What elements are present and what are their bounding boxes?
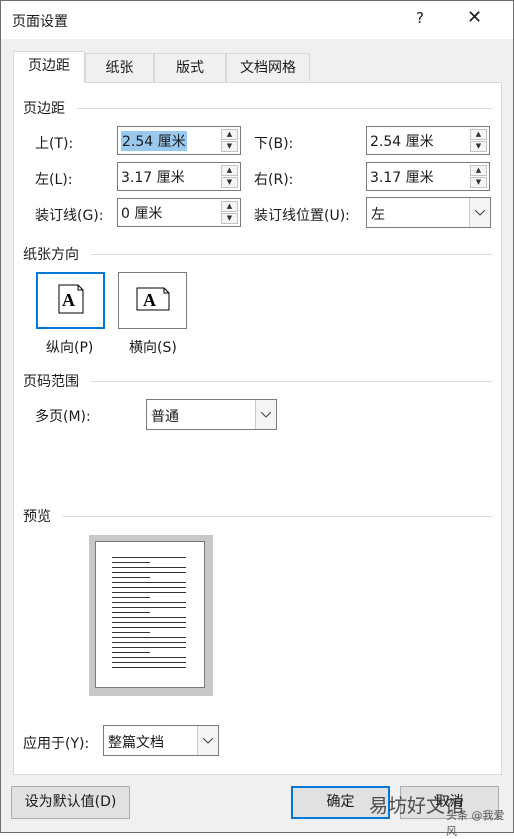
preview-line [112,557,186,558]
tab-paper[interactable]: 纸张 [85,53,154,82]
preview-line [112,652,150,653]
divider [91,381,492,382]
portrait-option[interactable]: A [36,272,105,329]
spin-up-icon[interactable]: ▲ [221,129,238,140]
preview-line [112,627,186,628]
page-preview [89,535,213,696]
apply-to-label: 应用于(Y): [23,736,90,752]
spin-down-icon[interactable]: ▼ [470,177,487,188]
portrait-label[interactable]: 纵向(P) [46,337,93,357]
bottom-margin-value[interactable]: 2.54 厘米 [370,131,434,151]
portrait-icon: A [58,284,83,313]
tab-panel: 页边距 上(T): 2.54 厘米 ▲ ▼ 下(B): 2.54 厘米 ▲ ▼ 左(… [13,82,502,775]
preview-line [112,647,186,648]
gutter-spinner[interactable]: 0 厘米 ▲ ▼ [117,198,241,227]
chevron-down-icon[interactable] [197,726,218,755]
preview-line [112,622,186,623]
spin-up-icon[interactable]: ▲ [221,201,238,212]
watermark-credit: 头条 @我爱风 [446,809,505,838]
spin-up-icon[interactable]: ▲ [470,129,487,140]
set-default-button[interactable]: 设为默认值(D) [11,786,130,819]
left-margin-label: 左(L): [35,172,73,188]
apply-to-select[interactable]: 整篇文档 [103,725,219,756]
portrait-glyph: A [62,290,75,310]
spin-up-icon[interactable]: ▲ [470,165,487,176]
close-icon[interactable]: ✕ [467,7,482,28]
bottom-margin-label: 下(B): [254,136,294,152]
preview-line [112,567,186,568]
preview-line [112,587,186,588]
tab-layout[interactable]: 版式 [154,53,226,82]
top-margin-label: 上(T): [35,136,74,152]
preview-line [112,632,150,633]
gutter-position-select[interactable]: 左 [366,197,491,228]
spin-down-icon[interactable]: ▼ [221,141,238,152]
apply-to-value[interactable]: 整篇文档 [108,732,164,752]
chevron-down-icon[interactable] [469,198,490,227]
preview-line [112,597,150,598]
multiple-pages-select[interactable]: 普通 [146,399,277,430]
gutter-position-value[interactable]: 左 [371,204,385,224]
landscape-option[interactable]: A [118,272,187,329]
preview-line [112,572,186,573]
page-setup-dialog: 页面设置 ? ✕ 页边距 纸张 版式 文档网格 页边距 上(T): 2.54 厘… [0,0,514,838]
multiple-pages-value[interactable]: 普通 [151,406,179,426]
chevron-down-icon[interactable] [255,400,276,429]
divider [77,108,492,109]
right-margin-label: 右(R): [254,172,294,188]
spin-down-icon[interactable]: ▼ [470,141,487,152]
preview-line [112,562,150,563]
preview-line [112,612,150,613]
dialog-title: 页面设置 [12,14,68,30]
left-margin-spinner[interactable]: 3.17 厘米 ▲ ▼ [117,162,241,191]
tab-document-grid[interactable]: 文档网格 [226,53,310,82]
divider [63,516,492,517]
landscape-label[interactable]: 横向(S) [129,337,177,357]
divider [91,254,492,255]
tab-margins[interactable]: 页边距 [13,51,85,83]
title-bar: 页面设置 ? ✕ [1,1,513,39]
spin-up-icon[interactable]: ▲ [221,165,238,176]
preview-line [112,667,186,668]
spin-down-icon[interactable]: ▼ [221,213,238,224]
preview-line [112,642,186,643]
right-margin-spinner[interactable]: 3.17 厘米 ▲ ▼ [366,162,490,191]
section-margins: 页边距 [23,101,65,117]
preview-line [112,602,186,603]
left-margin-value[interactable]: 3.17 厘米 [121,167,185,187]
landscape-glyph: A [143,290,156,310]
preview-page [95,541,205,688]
preview-line [112,637,186,638]
preview-line [112,592,186,593]
right-margin-value[interactable]: 3.17 厘米 [370,167,434,187]
landscape-icon: A [136,287,169,310]
gutter-value[interactable]: 0 厘米 [121,203,162,223]
bottom-margin-spinner[interactable]: 2.54 厘米 ▲ ▼ [366,126,490,155]
gutter-label: 装订线(G): [35,208,104,224]
section-pages: 页码范围 [23,374,79,390]
preview-line [112,577,150,578]
preview-line [112,617,186,618]
multiple-pages-label: 多页(M): [35,409,91,425]
top-margin-spinner[interactable]: 2.54 厘米 ▲ ▼ [117,126,241,155]
preview-line [112,657,186,658]
preview-line [112,582,186,583]
help-icon[interactable]: ? [416,9,424,27]
preview-line [112,607,186,608]
top-margin-value[interactable]: 2.54 厘米 [121,131,187,151]
spin-down-icon[interactable]: ▼ [221,177,238,188]
preview-line [112,662,186,663]
gutter-position-label: 装订线位置(U): [254,208,350,224]
section-orientation: 纸张方向 [23,247,79,263]
section-preview: 预览 [23,509,51,525]
